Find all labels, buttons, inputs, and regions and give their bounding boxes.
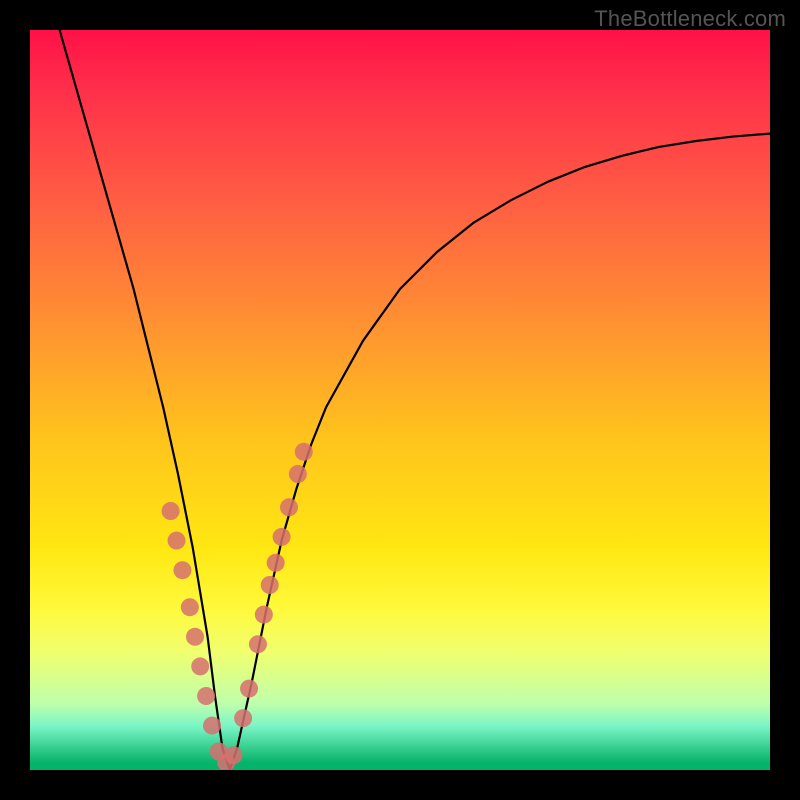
highlight-dot (273, 528, 291, 546)
highlight-dot (225, 746, 243, 764)
highlight-dot (280, 498, 298, 516)
highlight-dot (261, 576, 279, 594)
highlight-dot (249, 635, 267, 653)
highlight-dot (240, 680, 258, 698)
chart-frame: TheBottleneck.com (0, 0, 800, 800)
highlight-dot (197, 687, 215, 705)
highlight-dot (191, 657, 209, 675)
chart-svg (30, 30, 770, 770)
highlight-dot (295, 443, 313, 461)
watermark-label: TheBottleneck.com (594, 6, 786, 32)
highlight-dot (181, 598, 199, 616)
highlight-dot (267, 554, 285, 572)
curve-path-group (60, 30, 770, 770)
highlight-dot (289, 465, 307, 483)
highlight-dot (168, 532, 186, 550)
highlight-dot (173, 561, 191, 579)
highlight-dot (203, 717, 221, 735)
highlight-dot (255, 606, 273, 624)
highlight-dot (162, 502, 180, 520)
highlight-dots (162, 443, 313, 770)
plot-area (30, 30, 770, 770)
bottleneck-curve (60, 30, 770, 770)
highlight-dot (234, 709, 252, 727)
highlight-dot (186, 628, 204, 646)
